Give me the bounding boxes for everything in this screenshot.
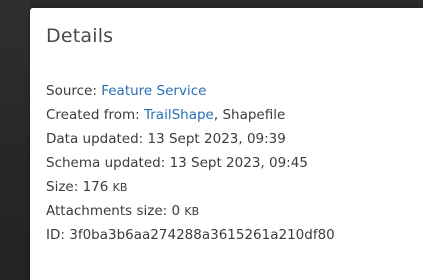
attachments-size-label: Attachments size:: [46, 203, 168, 219]
created-from-link[interactable]: TrailShape: [144, 107, 214, 123]
id-row: ID: 3f0ba3b6aa274288a3615261a210df80: [46, 223, 423, 247]
attachments-size-value: 0: [171, 203, 181, 219]
schema-updated-label: Schema updated:: [46, 155, 166, 171]
source-link[interactable]: Feature Service: [101, 83, 206, 99]
created-from-row: Created from: TrailShape, Shapefile: [46, 103, 423, 127]
data-updated-row: Data updated: 13 Sept 2023, 09:39: [46, 127, 423, 151]
details-card: Details Source: Feature Service Created …: [30, 8, 423, 280]
size-row: Size: 176 KB: [46, 175, 423, 199]
schema-updated-value: 13 Sept 2023, 09:45: [169, 155, 308, 171]
attachments-size-unit: KB: [184, 205, 200, 218]
source-label: Source:: [46, 83, 97, 99]
data-updated-value: 13 Sept 2023, 09:39: [147, 131, 286, 147]
details-title: Details: [46, 25, 114, 47]
size-value: 176: [82, 179, 109, 195]
screen: Details Source: Feature Service Created …: [0, 0, 423, 280]
schema-updated-row: Schema updated: 13 Sept 2023, 09:45: [46, 151, 423, 175]
created-from-label: Created from:: [46, 107, 140, 123]
data-updated-label: Data updated:: [46, 131, 144, 147]
attachments-size-row: Attachments size: 0 KB: [46, 199, 423, 223]
background-panel: [0, 0, 30, 280]
id-label: ID:: [46, 227, 65, 243]
details-list: Source: Feature Service Created from: Tr…: [46, 79, 423, 247]
size-unit: KB: [112, 181, 128, 194]
created-from-type: , Shapefile: [213, 107, 286, 123]
source-row: Source: Feature Service: [46, 79, 423, 103]
id-value[interactable]: 3f0ba3b6aa274288a3615261a210df80: [69, 227, 335, 243]
size-label: Size:: [46, 179, 79, 195]
